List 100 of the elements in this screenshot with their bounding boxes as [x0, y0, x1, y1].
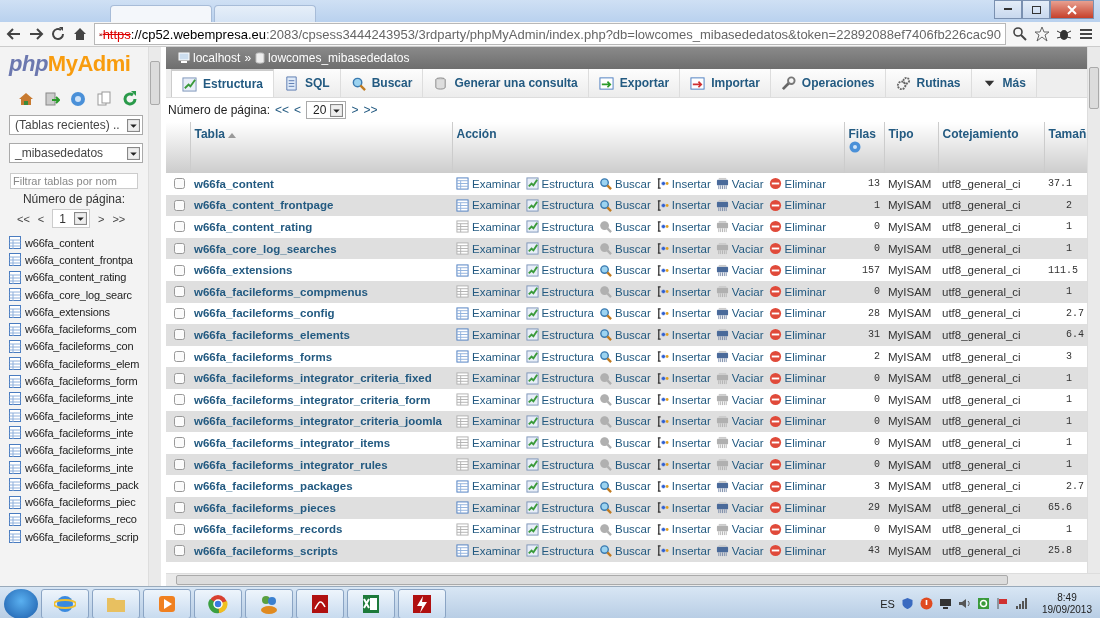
action-link[interactable]: Insertar: [655, 522, 711, 536]
action-link[interactable]: Vaciar: [715, 328, 764, 342]
action-link[interactable]: Vaciar: [715, 544, 764, 558]
logo[interactable]: phpMyAdmi: [0, 47, 148, 77]
column-header[interactable]: Tamañ: [1044, 122, 1087, 173]
taskbar-button[interactable]: [296, 588, 344, 618]
action-link[interactable]: Insertar: [655, 306, 711, 320]
table-link[interactable]: w66fa_facileforms_form: [25, 375, 138, 387]
taskbar-button[interactable]: [398, 588, 446, 618]
row-checkbox[interactable]: [174, 199, 185, 211]
action-link[interactable]: Buscar: [599, 177, 651, 191]
maximize-button[interactable]: [1022, 0, 1050, 19]
action-link[interactable]: Vaciar: [715, 263, 764, 277]
previous-page-link[interactable]: <: [37, 212, 45, 225]
action-link[interactable]: Vaciar: [715, 501, 764, 515]
action-link[interactable]: Estructura: [525, 263, 594, 277]
action-link[interactable]: Eliminar: [768, 501, 827, 515]
action-link[interactable]: Estructura: [525, 436, 594, 450]
main-scrollbar[interactable]: [1087, 47, 1100, 573]
row-checkbox[interactable]: [174, 286, 185, 298]
shield-icon[interactable]: [900, 597, 914, 610]
column-header[interactable]: Filas: [844, 122, 884, 173]
row-checkbox[interactable]: [174, 459, 185, 470]
action-link[interactable]: Insertar: [655, 263, 711, 277]
database-select[interactable]: _mibasededatos: [9, 143, 143, 163]
action-link[interactable]: Buscar: [599, 198, 651, 212]
action-link[interactable]: Insertar: [655, 328, 711, 342]
action-link[interactable]: Buscar: [599, 285, 651, 299]
action-link[interactable]: Vaciar: [715, 371, 764, 385]
action-link[interactable]: Examinar: [456, 285, 521, 299]
table-link[interactable]: w66fa_facileforms_reco: [25, 513, 137, 526]
action-link[interactable]: Eliminar: [768, 436, 827, 450]
action-link[interactable]: Estructura: [525, 177, 594, 191]
column-header[interactable]: Tabla: [190, 122, 452, 173]
action-link[interactable]: Estructura: [525, 242, 594, 256]
documents-icon[interactable]: [96, 91, 112, 107]
action-link[interactable]: Eliminar: [768, 263, 827, 277]
reload-icon[interactable]: [50, 26, 66, 42]
address-field[interactable]: https://cp52.webempresa.eu:2083/cpsess3444243953/3rdparty/phpMyAdmin/index.php?db=lowcomes_mibasededatos&token=22892088ef7406fb226cac90: [94, 23, 1006, 45]
refresh-icon[interactable]: [122, 91, 138, 107]
next-page-link[interactable]: >: [98, 212, 105, 225]
action-link[interactable]: Vaciar: [715, 306, 764, 320]
tab[interactable]: Importar: [680, 69, 771, 97]
action-link[interactable]: Eliminar: [768, 328, 827, 342]
taskbar-button[interactable]: [347, 588, 395, 618]
row-checkbox[interactable]: [174, 307, 185, 319]
zoom-icon[interactable]: [1012, 26, 1028, 42]
action-link[interactable]: Buscar: [599, 544, 651, 558]
action-link[interactable]: Vaciar: [715, 479, 764, 493]
action-link[interactable]: Insertar: [655, 414, 711, 428]
table-link[interactable]: w66fa_core_log_searc: [25, 288, 132, 301]
tab[interactable]: Más: [971, 69, 1037, 97]
table-link[interactable]: w66fa_content_rating: [25, 271, 127, 284]
help-icon[interactable]: [70, 91, 86, 107]
action-link[interactable]: Eliminar: [768, 458, 827, 471]
action-link[interactable]: Eliminar: [768, 371, 827, 385]
action-link[interactable]: Insertar: [655, 479, 711, 493]
home-icon[interactable]: [72, 26, 88, 42]
action-link[interactable]: Vaciar: [715, 350, 764, 364]
sort-arrow-icon[interactable]: [228, 132, 237, 138]
row-checkbox[interactable]: [174, 264, 185, 276]
action-link[interactable]: Examinar: [456, 414, 521, 428]
action-link[interactable]: Insertar: [655, 371, 711, 385]
flag-icon[interactable]: [995, 597, 1009, 610]
action-link[interactable]: Buscar: [599, 242, 651, 256]
action-link[interactable]: Vaciar: [715, 220, 764, 234]
action-link[interactable]: Insertar: [655, 458, 711, 471]
tab[interactable]: Exportar: [588, 69, 681, 97]
action-link[interactable]: Eliminar: [768, 522, 827, 536]
close-button[interactable]: [1050, 0, 1094, 19]
sidebar-scrollbar[interactable]: [148, 47, 161, 586]
action-link[interactable]: Insertar: [655, 198, 711, 212]
table-link[interactable]: w66fa_facileforms_pack: [25, 478, 139, 491]
last-page-link[interactable]: >>: [112, 212, 126, 225]
action-link[interactable]: Estructura: [525, 414, 594, 428]
action-link[interactable]: Insertar: [655, 544, 711, 558]
action-link[interactable]: Buscar: [599, 263, 651, 277]
filter-field[interactable]: Filtrar tablas por nom: [10, 173, 138, 189]
row-checkbox[interactable]: [174, 437, 185, 449]
action-link[interactable]: Vaciar: [715, 177, 764, 191]
previous-page-link[interactable]: <: [294, 103, 302, 117]
action-link[interactable]: Examinar: [456, 544, 521, 558]
action-link[interactable]: Buscar: [599, 350, 651, 364]
action-link[interactable]: Insertar: [655, 393, 711, 407]
action-link[interactable]: Eliminar: [768, 350, 827, 364]
action-link[interactable]: Examinar: [456, 198, 521, 212]
action-link[interactable]: Buscar: [599, 328, 651, 342]
action-link[interactable]: Estructura: [525, 501, 594, 515]
recent-tables-select[interactable]: (Tablas recientes) ..: [9, 115, 143, 135]
action-link[interactable]: Eliminar: [768, 177, 827, 191]
action-link[interactable]: Vaciar: [715, 198, 764, 212]
row-checkbox[interactable]: [174, 221, 185, 233]
refresh-icon[interactable]: [976, 597, 990, 610]
page-select[interactable]: 1: [52, 209, 90, 228]
action-link[interactable]: Vaciar: [715, 436, 764, 450]
action-link[interactable]: Estructura: [525, 328, 594, 342]
tab[interactable]: Estructura: [171, 69, 275, 97]
table-link[interactable]: w66fa_facileforms_inte: [25, 426, 134, 439]
action-link[interactable]: Eliminar: [768, 242, 827, 256]
table-link[interactable]: w66fa_facileforms_inte: [25, 409, 134, 422]
